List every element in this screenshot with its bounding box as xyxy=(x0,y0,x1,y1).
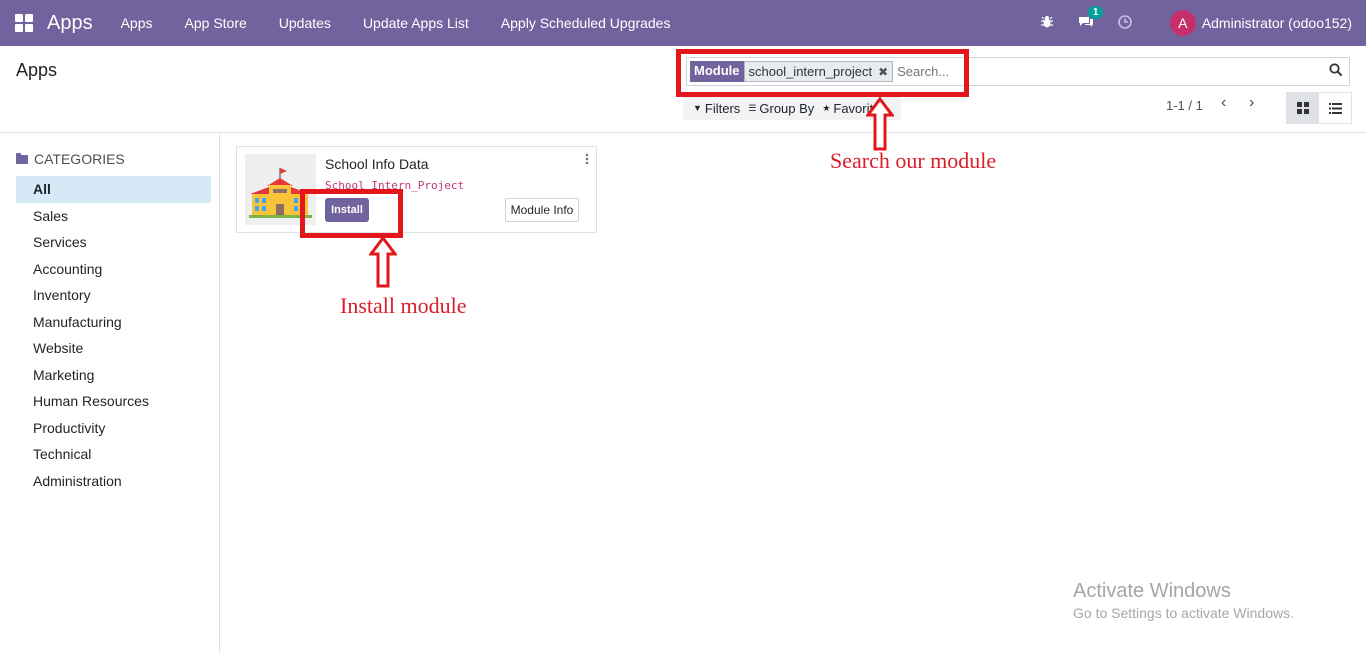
messages-badge: 1 xyxy=(1087,5,1104,19)
categories-title: CATEGORIES xyxy=(34,151,125,167)
activity-clock-icon[interactable] xyxy=(1118,14,1132,32)
category-item-human-resources[interactable]: Human Resources xyxy=(16,388,211,415)
category-item-all[interactable]: All xyxy=(16,176,211,203)
menu-updates[interactable]: Updates xyxy=(263,15,347,31)
menu-app-store[interactable]: App Store xyxy=(169,15,263,31)
star-icon: ★ xyxy=(822,102,831,113)
top-navbar: Apps Apps App Store Updates Update Apps … xyxy=(0,0,1366,46)
filter-icon: ▼ xyxy=(693,103,702,113)
category-item-sales[interactable]: Sales xyxy=(16,203,211,230)
view-switcher xyxy=(1286,92,1352,124)
categories-header: CATEGORIES xyxy=(16,151,125,167)
category-item-administration[interactable]: Administration xyxy=(16,468,211,495)
menu-apply-scheduled-upgrades[interactable]: Apply Scheduled Upgrades xyxy=(485,15,687,31)
card-dropdown-icon[interactable] xyxy=(585,153,589,165)
user-menu[interactable]: Administrator (odoo152) xyxy=(1202,15,1352,31)
group-by-toggle[interactable]: ☰ Group By xyxy=(748,101,814,116)
apps-menu-icon[interactable] xyxy=(15,14,33,32)
app-brand[interactable]: Apps xyxy=(47,12,93,35)
search-highlight-box xyxy=(676,49,969,97)
list-view-icon[interactable] xyxy=(1319,93,1351,123)
kanban-view-icon[interactable] xyxy=(1287,93,1319,123)
category-item-marketing[interactable]: Marketing xyxy=(16,362,211,389)
filters-label: Filters xyxy=(704,100,741,116)
category-list: All Sales Services Accounting Inventory … xyxy=(16,176,211,494)
search-annotation: Search our module xyxy=(830,148,997,173)
install-arrow-icon xyxy=(369,236,397,288)
user-avatar[interactable]: A xyxy=(1169,10,1196,36)
pager-previous-icon[interactable]: ‹ xyxy=(1221,94,1226,112)
pager-next-icon[interactable]: › xyxy=(1249,94,1254,112)
category-item-inventory[interactable]: Inventory xyxy=(16,282,211,309)
install-highlight-box xyxy=(300,189,403,238)
module-info-button[interactable]: Module Info xyxy=(505,198,579,222)
page-title: Apps xyxy=(16,60,58,80)
debug-bug-icon[interactable] xyxy=(1040,15,1054,32)
categories-sidebar: CATEGORIES All Sales Services Accounting… xyxy=(0,133,220,653)
category-item-productivity[interactable]: Productivity xyxy=(16,415,211,442)
filters-toggle[interactable]: ▼ Filters xyxy=(693,101,740,116)
category-item-accounting[interactable]: Accounting xyxy=(16,256,211,283)
pager-value[interactable]: 1-1 / 1 xyxy=(1166,98,1203,113)
category-item-manufacturing[interactable]: Manufacturing xyxy=(16,309,211,336)
activate-windows-title: Activate Windows xyxy=(1073,580,1231,602)
menu-update-apps-list[interactable]: Update Apps List xyxy=(347,15,485,31)
category-item-services[interactable]: Services xyxy=(16,229,211,256)
group-by-label: Group By xyxy=(759,100,815,116)
search-arrow-icon xyxy=(866,97,894,151)
category-item-technical[interactable]: Technical xyxy=(16,441,211,468)
search-icon[interactable] xyxy=(1329,63,1343,77)
messages-icon[interactable]: 1 xyxy=(1078,5,1104,32)
folder-icon xyxy=(16,152,28,164)
module-title: School Info Data xyxy=(325,156,429,172)
activate-windows-subtitle: Go to Settings to activate Windows. xyxy=(1073,605,1294,621)
list-icon: ☰ xyxy=(748,102,757,113)
menu-apps[interactable]: Apps xyxy=(105,15,169,31)
module-card[interactable]: School Info Data School_Intern_Project I… xyxy=(236,146,597,233)
category-item-website[interactable]: Website xyxy=(16,335,211,362)
install-annotation: Install module xyxy=(340,293,467,318)
